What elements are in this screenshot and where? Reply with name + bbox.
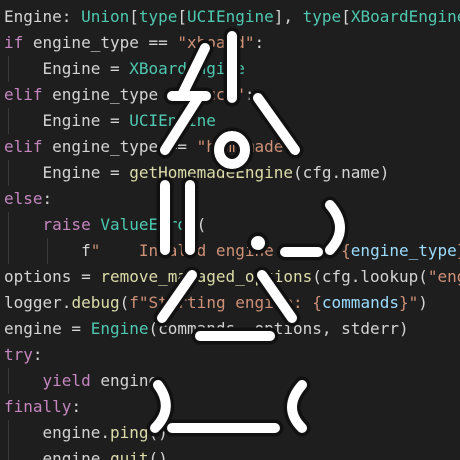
code-token: Engine: [4,7,82,26]
code-line[interactable]: engine = Engine(commands, options, stder… [4,316,460,342]
indent-guide [8,446,9,460]
code-token: type [138,7,178,26]
code-line[interactable]: engine.quit() [4,446,460,460]
code-line[interactable]: if engine_type == "xboard": [4,30,460,56]
code-token: getHomemadeEngine [129,163,293,182]
code-token: engine_type == [42,85,197,104]
code-token: ping [109,423,149,442]
code-line[interactable]: raise ValueError( [4,212,460,238]
code-token: elif [4,85,43,104]
code-token: if [4,33,24,52]
code-token: Engine = [4,111,130,130]
code-token: : [254,33,265,52]
code-token: }" [398,293,419,312]
code-token: (cfg.lookup( [312,267,428,286]
code-token: engine. [4,449,110,460]
code-token: engine_type == [23,33,178,52]
code-token: engine_type [350,241,457,260]
code-token: raise [42,215,91,234]
code-token: type [302,7,342,26]
code-line[interactable]: Engine = UCIEngine [4,108,460,134]
code-token: () [148,449,168,460]
code-line[interactable]: else: [4,186,460,212]
code-line[interactable]: elif engine_type == "uci": [4,82,460,108]
code-line[interactable]: f" Invalid engine type: {engine_type}" [4,238,460,264]
code-token: Engine = [4,163,130,182]
indent-guide [8,238,9,264]
code-token: f"Starting engine: { [129,293,322,312]
code-token: engine = [4,319,91,338]
code-line[interactable]: engine.ping() [4,420,460,446]
code-line[interactable]: Engine: Union[type[UCIEngine], type[XBoa… [4,4,460,30]
code-token: " Invalid engine type: { [90,241,351,260]
code-token: engine_type == [42,137,197,156]
indent-guide [8,212,9,238]
code-token: : [32,345,43,364]
indent-guide [8,56,9,82]
code-token: logger. [4,293,72,312]
code-token: remove_managed_options [100,267,313,286]
code-line[interactable]: Engine = XBoardEngine [4,56,460,82]
code-token: quit [109,449,149,460]
code-token: [ [341,7,351,26]
code-token: Engine = [4,59,130,78]
code-token: ValueError [100,215,197,234]
code-token: commands [321,293,399,312]
code-token: options = [4,267,101,286]
code-token: "homemade" [196,137,293,156]
code-line[interactable]: yield engine [4,368,460,394]
code-token: "xboard" [177,33,255,52]
code-token: : [244,85,255,104]
code-token: ], [273,7,303,26]
code-editor[interactable]: Engine: Union[type[UCIEngine], type[XBoa… [0,0,460,460]
indent-guide [8,420,9,446]
code-token: (cfg.name) [293,163,390,182]
indent-guide [46,238,48,264]
code-token: debug [71,293,120,312]
code-line[interactable]: try: [4,342,460,368]
code-token: try [4,345,33,364]
indent-guide [8,368,9,394]
code-line[interactable]: Engine = getHomemadeEngine(cfg.name) [4,160,460,186]
code-line[interactable]: logger.debug(f"Starting engine: {command… [4,290,460,316]
code-line[interactable]: options = remove_managed_options(cfg.loo… [4,264,460,290]
code-token: else [4,189,43,208]
code-area[interactable]: Engine: Union[type[UCIEngine], type[XBoa… [4,4,460,460]
code-token: "uci" [196,85,245,104]
code-token: UCIEngine [129,111,216,130]
code-token: : [71,397,82,416]
code-token: yield [42,371,91,390]
code-line[interactable]: elif engine_type == "homemade": [4,134,460,160]
code-token: finally [4,397,72,416]
code-token: XBoardEngine [129,59,245,78]
code-token: ( [119,293,130,312]
code-token: [ [129,7,139,26]
code-line[interactable]: finally: [4,394,460,420]
code-token: ) [418,293,428,312]
code-token: [ [177,7,188,26]
indent-guide [8,108,9,134]
code-token: : [292,137,303,156]
code-token: "engine_options" [427,267,460,286]
code-token: UCIEngine [187,7,274,26]
code-token: () [148,423,168,442]
code-token: elif [4,137,43,156]
code-token: : [42,189,53,208]
code-token: engine. [4,423,110,442]
code-token: Union [81,7,130,26]
code-token: ( [196,215,207,234]
code-token: XBoardEngine [350,7,460,26]
code-token: (commands, options, stderr) [148,319,409,338]
indent-guide [8,160,9,186]
code-token: engine [90,371,159,390]
code-token: Engine [90,319,149,338]
